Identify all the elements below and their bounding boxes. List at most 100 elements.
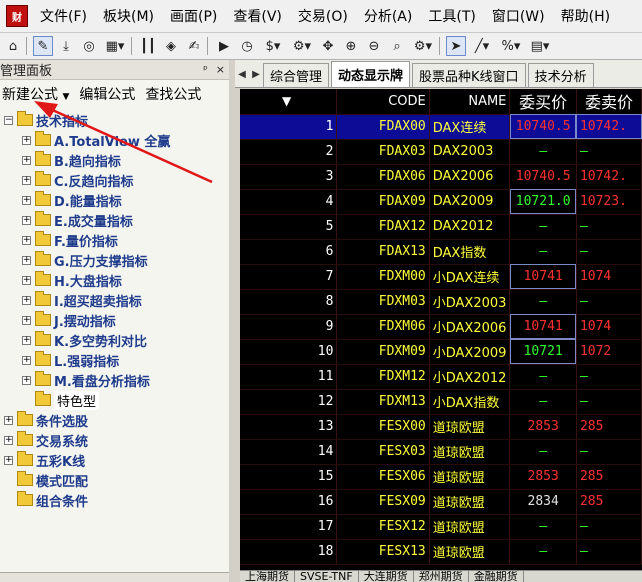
- expand-icon[interactable]: +: [22, 175, 31, 185]
- edit-icon[interactable]: ✍: [184, 36, 204, 56]
- table-row[interactable]: 12 FDXM13 小DAX指数 — —: [240, 389, 642, 415]
- expand-icon[interactable]: +: [22, 215, 31, 225]
- expand-icon[interactable]: +: [22, 315, 31, 325]
- tree-node[interactable]: + M.看盘分析指标: [0, 370, 229, 390]
- menu-item[interactable]: 窗口(W): [488, 6, 549, 26]
- tab-0[interactable]: 综合管理: [263, 63, 330, 87]
- menu-item[interactable]: 画面(P): [166, 6, 221, 26]
- zoom-in-icon[interactable]: ⊕: [341, 36, 361, 56]
- market-tab[interactable]: 金融期货: [469, 571, 524, 582]
- tree-node[interactable]: + 交易系统: [0, 430, 229, 450]
- tree-node[interactable]: 组合条件: [0, 490, 229, 510]
- expand-icon[interactable]: +: [22, 355, 31, 365]
- tree-node-special[interactable]: 特色型: [0, 390, 229, 410]
- table-row[interactable]: 4 FDAX09 DAX2009 10721.0 10723.: [240, 189, 642, 215]
- expand-icon[interactable]: +: [22, 155, 31, 165]
- expand-icon[interactable]: +: [22, 335, 31, 345]
- menu-item[interactable]: 板块(M): [99, 6, 158, 26]
- expand-icon[interactable]: +: [4, 435, 13, 445]
- tab-scroll-right[interactable]: ▶: [249, 64, 263, 84]
- expand-icon[interactable]: +: [22, 295, 31, 305]
- tree-node[interactable]: 模式匹配: [0, 470, 229, 490]
- pin-icon[interactable]: ᵖ: [203, 63, 208, 76]
- menu-item[interactable]: 帮助(H): [557, 6, 614, 26]
- menu-item[interactable]: 文件(F): [36, 6, 91, 26]
- table-row[interactable]: 11 FDXM12 小DAX2012— —: [240, 364, 642, 390]
- table-row[interactable]: 13 FESX00 道琼欧盟 2853 285: [240, 414, 642, 440]
- table-row[interactable]: 1 FDAX00 DAX连续 10740.5 10742.: [240, 114, 642, 140]
- table-row[interactable]: 9 FDXM06 小DAX2006 10741 1074: [240, 314, 642, 340]
- expand-icon[interactable]: +: [22, 235, 31, 245]
- tree-node[interactable]: + 条件选股: [0, 410, 229, 430]
- table-row[interactable]: 15 FESX06 道琼欧盟 2853 285: [240, 464, 642, 490]
- market-tab[interactable]: 上海期货: [240, 571, 295, 582]
- edit-formula-button[interactable]: 编辑公式: [79, 84, 135, 104]
- home-icon[interactable]: ⌂: [3, 36, 23, 56]
- cursor-icon[interactable]: ➤: [446, 36, 466, 56]
- name-column-header[interactable]: NAME: [429, 89, 511, 115]
- new-formula-button[interactable]: 新建公式 ▼: [2, 84, 69, 104]
- collapse-icon[interactable]: −: [4, 115, 13, 125]
- expand-icon[interactable]: +: [22, 375, 31, 385]
- code-column-header[interactable]: CODE: [336, 89, 430, 115]
- tree-node[interactable]: + B.趋向指标: [0, 150, 229, 170]
- settings-icon[interactable]: ⚙▾: [289, 36, 315, 56]
- candlestick-icon[interactable]: ┃┃: [138, 36, 158, 56]
- table-row[interactable]: 18 FESX13 道琼欧盟 — —: [240, 539, 642, 565]
- dollar-icon[interactable]: $▾: [260, 36, 286, 56]
- table-row[interactable]: 5 FDAX12 DAX2012— —: [240, 214, 642, 240]
- market-tab[interactable]: SVSE-TNF: [295, 571, 359, 582]
- expand-icon[interactable]: +: [4, 455, 13, 465]
- download-icon[interactable]: ⤓: [56, 36, 76, 56]
- bid-column-header[interactable]: 委买价: [509, 89, 577, 115]
- menu-item[interactable]: 查看(V): [229, 6, 286, 26]
- menu-item[interactable]: 工具(T): [424, 6, 479, 26]
- market-tab[interactable]: 郑州期货: [414, 571, 469, 582]
- search-icon[interactable]: ⌕: [387, 36, 407, 56]
- table-icon[interactable]: ▤▾: [527, 36, 553, 56]
- line-icon[interactable]: ╱▾: [469, 36, 495, 56]
- expand-icon[interactable]: +: [22, 195, 31, 205]
- tree-node[interactable]: + A.TotalView 全赢: [0, 130, 229, 150]
- expand-icon[interactable]: +: [4, 415, 13, 425]
- table-row[interactable]: 2 FDAX03 DAX2003— —: [240, 139, 642, 165]
- table-row[interactable]: 16 FESX09 道琼欧盟 2834 285: [240, 489, 642, 515]
- app-logo[interactable]: 财: [6, 5, 28, 27]
- sort-column-header[interactable]: ▼: [240, 89, 338, 115]
- close-icon[interactable]: ×: [216, 63, 225, 76]
- table-row[interactable]: 6 FDAX13 DAX指数 — —: [240, 239, 642, 265]
- market-tab[interactable]: 大连期货: [359, 571, 414, 582]
- ask-column-header[interactable]: 委卖价: [576, 89, 642, 115]
- tree-node[interactable]: + J.摆动指标: [0, 310, 229, 330]
- tab-1[interactable]: 动态显示牌: [331, 61, 411, 87]
- expand-icon[interactable]: +: [22, 255, 31, 265]
- menu-item[interactable]: 交易(O): [294, 6, 352, 26]
- tree-node[interactable]: + L.强弱指标: [0, 350, 229, 370]
- tab-scroll-left[interactable]: ◀: [235, 64, 249, 84]
- table-row[interactable]: 17 FESX12 道琼欧盟 — —: [240, 514, 642, 540]
- tree-node[interactable]: + C.反趋向指标: [0, 170, 229, 190]
- play-icon[interactable]: ▶: [214, 36, 234, 56]
- zoom-out-icon[interactable]: ⊖: [364, 36, 384, 56]
- diamond-icon[interactable]: ◈: [161, 36, 181, 56]
- tab-3[interactable]: 技术分析: [527, 63, 594, 87]
- find-formula-button[interactable]: 查找公式: [145, 84, 201, 104]
- tree-node[interactable]: + E.成交量指标: [0, 210, 229, 230]
- clock-icon[interactable]: ◷: [237, 36, 257, 56]
- tree-node[interactable]: + I.超买超卖指标: [0, 290, 229, 310]
- grid-icon[interactable]: ▦▾: [102, 36, 128, 56]
- move-icon[interactable]: ✥: [318, 36, 338, 56]
- tree-node[interactable]: + 五彩K线: [0, 450, 229, 470]
- expand-icon[interactable]: +: [22, 275, 31, 285]
- tree-node[interactable]: + K.多空势利对比: [0, 330, 229, 350]
- gear-icon[interactable]: ⚙▾: [410, 36, 436, 56]
- percent-icon[interactable]: %▾: [498, 36, 524, 56]
- tree-node[interactable]: + F.量价指标: [0, 230, 229, 250]
- tree-node-technical-indicators[interactable]: − 技术指标: [0, 110, 229, 130]
- tree-node[interactable]: + H.大盘指标: [0, 270, 229, 290]
- globe-icon[interactable]: ◎: [79, 36, 99, 56]
- expand-icon[interactable]: +: [22, 135, 31, 145]
- table-row[interactable]: 8 FDXM03 小DAX2003— —: [240, 289, 642, 315]
- table-row[interactable]: 3 FDAX06 DAX2006 10740.5 10742.: [240, 164, 642, 190]
- table-row[interactable]: 10 FDXM09 小DAX2009 10721 1072: [240, 339, 642, 365]
